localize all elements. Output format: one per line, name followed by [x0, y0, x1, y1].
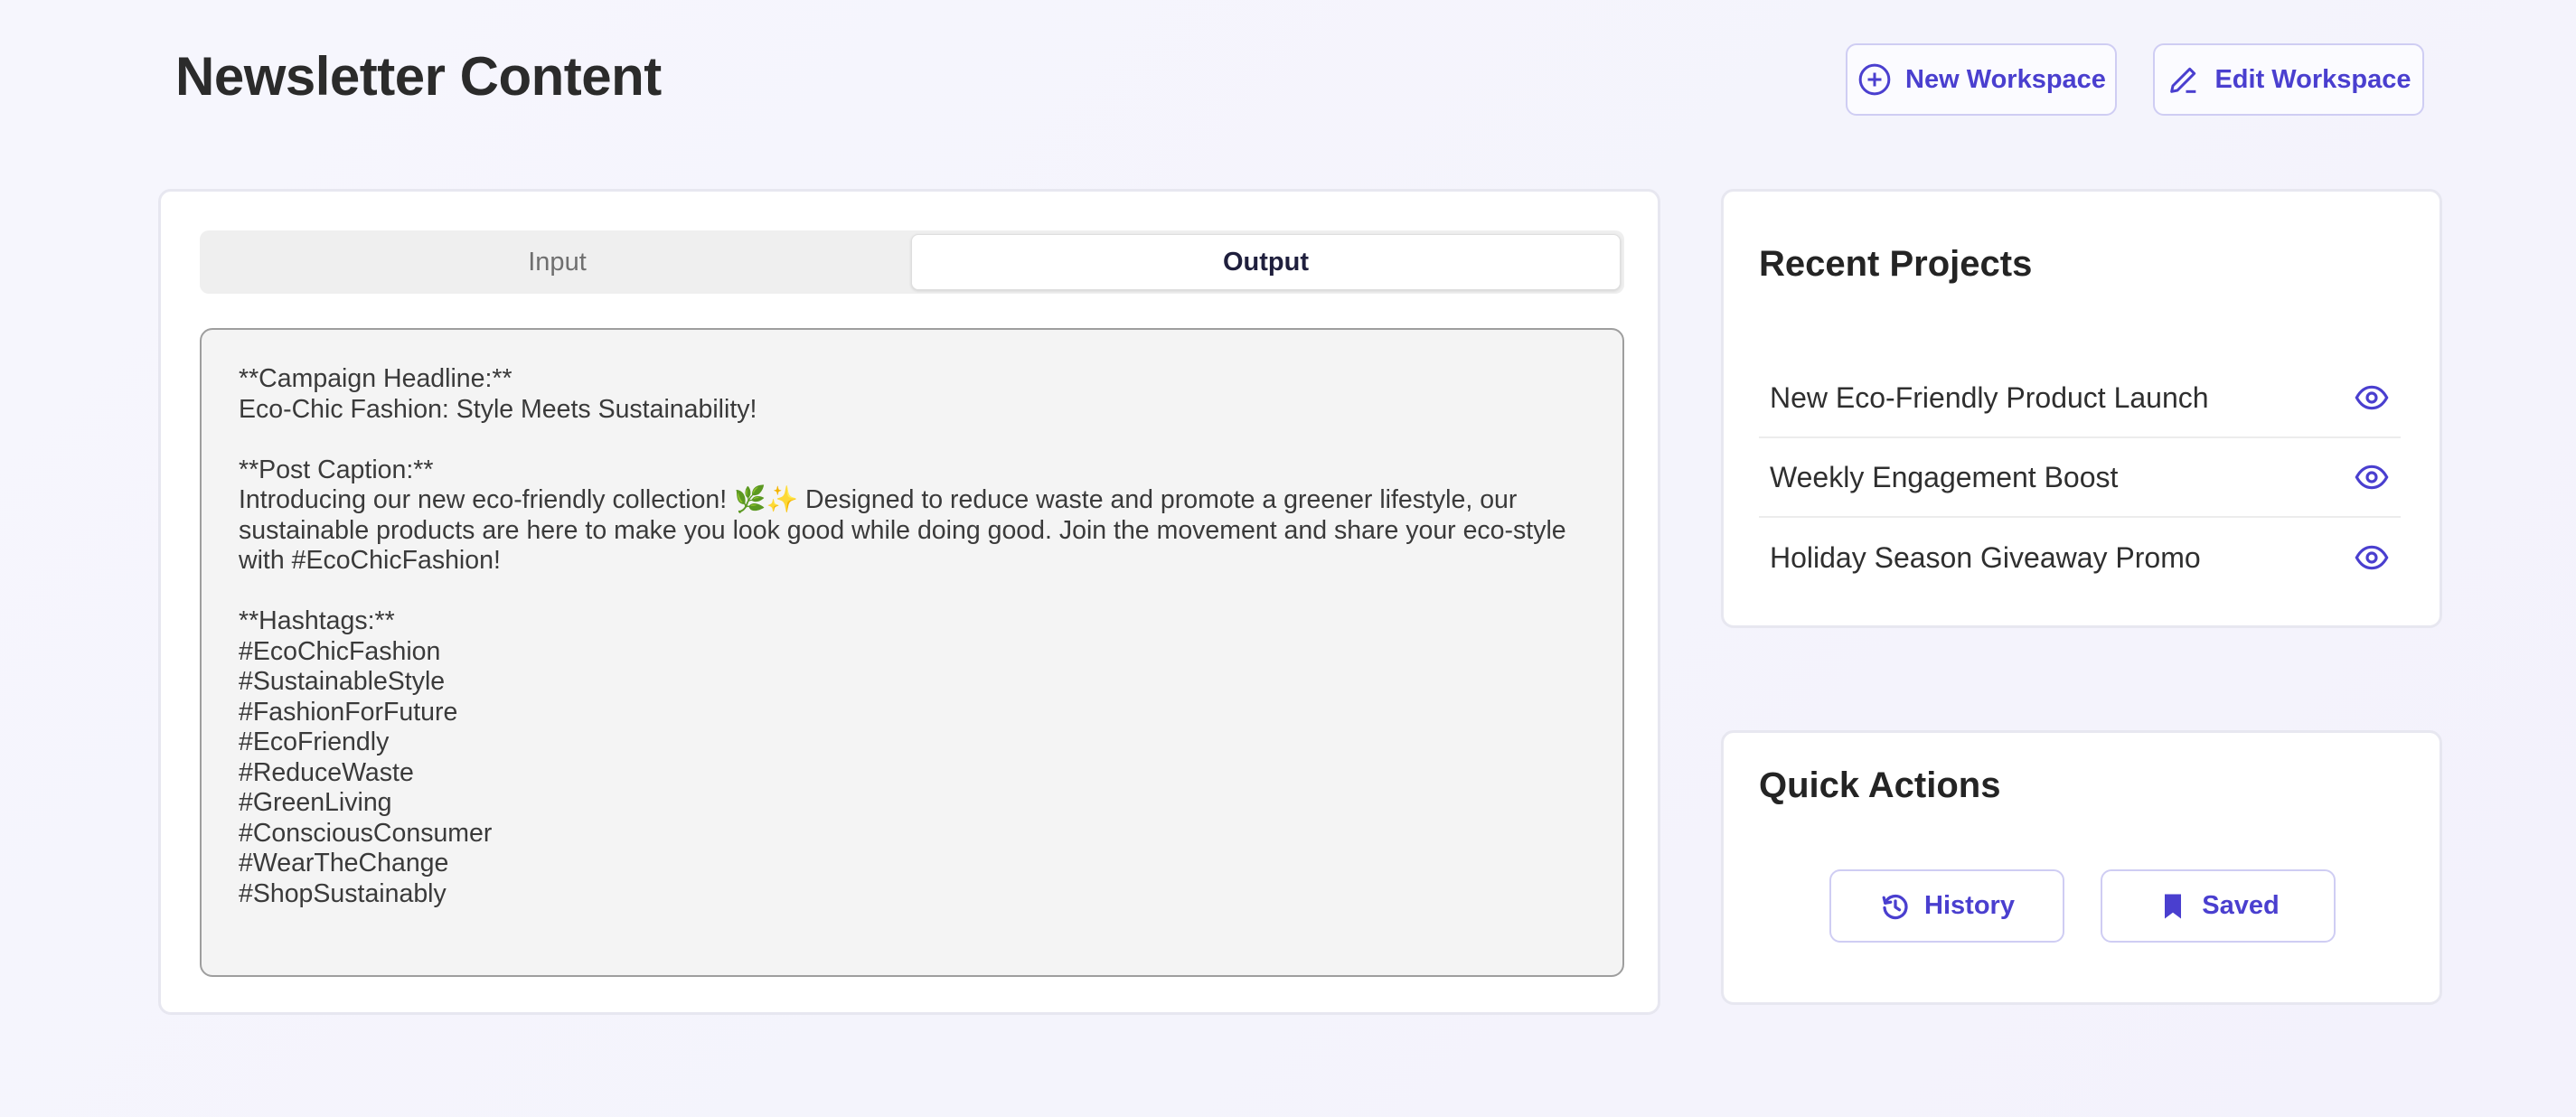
- list-item[interactable]: New Eco-Friendly Product Launch: [1759, 359, 2401, 438]
- tab-output[interactable]: Output: [911, 234, 1621, 290]
- tab-input[interactable]: Input: [203, 234, 911, 290]
- plus-circle-icon: [1858, 63, 1891, 96]
- output-text-area[interactable]: **Campaign Headline:** Eco-Chic Fashion:…: [200, 328, 1624, 977]
- tab-bar: Input Output: [200, 230, 1624, 294]
- page: Newsletter Content New Workspace Edit Wo…: [0, 0, 2576, 1117]
- content-card: Input Output **Campaign Headline:** Eco-…: [158, 189, 1660, 1015]
- list-item[interactable]: Weekly Engagement Boost: [1759, 438, 2401, 518]
- pencil-icon: [2170, 67, 2196, 93]
- recent-projects-card: Recent Projects New Eco-Friendly Product…: [1721, 189, 2442, 628]
- quick-actions-heading: Quick Actions: [1759, 765, 2001, 805]
- list-item[interactable]: Holiday Season Giveaway Promo: [1759, 518, 2401, 597]
- bookmark-icon: [2165, 894, 2182, 918]
- page-title: Newsletter Content: [175, 46, 662, 107]
- project-name: Weekly Engagement Boost: [1770, 460, 2119, 493]
- eye-icon[interactable]: [2354, 540, 2390, 576]
- edit-workspace-label: Edit Workspace: [2214, 64, 2411, 94]
- saved-label: Saved: [2202, 891, 2280, 920]
- project-name: Holiday Season Giveaway Promo: [1770, 540, 2201, 574]
- eye-icon[interactable]: [2354, 459, 2390, 495]
- eye-icon[interactable]: [2354, 380, 2390, 416]
- history-label: History: [1924, 891, 2015, 920]
- new-workspace-label: New Workspace: [1905, 64, 2106, 94]
- history-button[interactable]: History: [1829, 869, 2064, 943]
- project-name: New Eco-Friendly Product Launch: [1770, 380, 2209, 414]
- recent-projects-list: New Eco-Friendly Product Launch Weekly E…: [1759, 359, 2401, 597]
- new-workspace-button[interactable]: New Workspace: [1846, 43, 2117, 116]
- recent-projects-heading: Recent Projects: [1759, 244, 2033, 284]
- saved-button[interactable]: Saved: [2101, 869, 2336, 943]
- edit-workspace-button[interactable]: Edit Workspace: [2153, 43, 2424, 116]
- history-icon: [1882, 894, 1908, 919]
- quick-actions-card: Quick Actions History Saved: [1721, 730, 2442, 1005]
